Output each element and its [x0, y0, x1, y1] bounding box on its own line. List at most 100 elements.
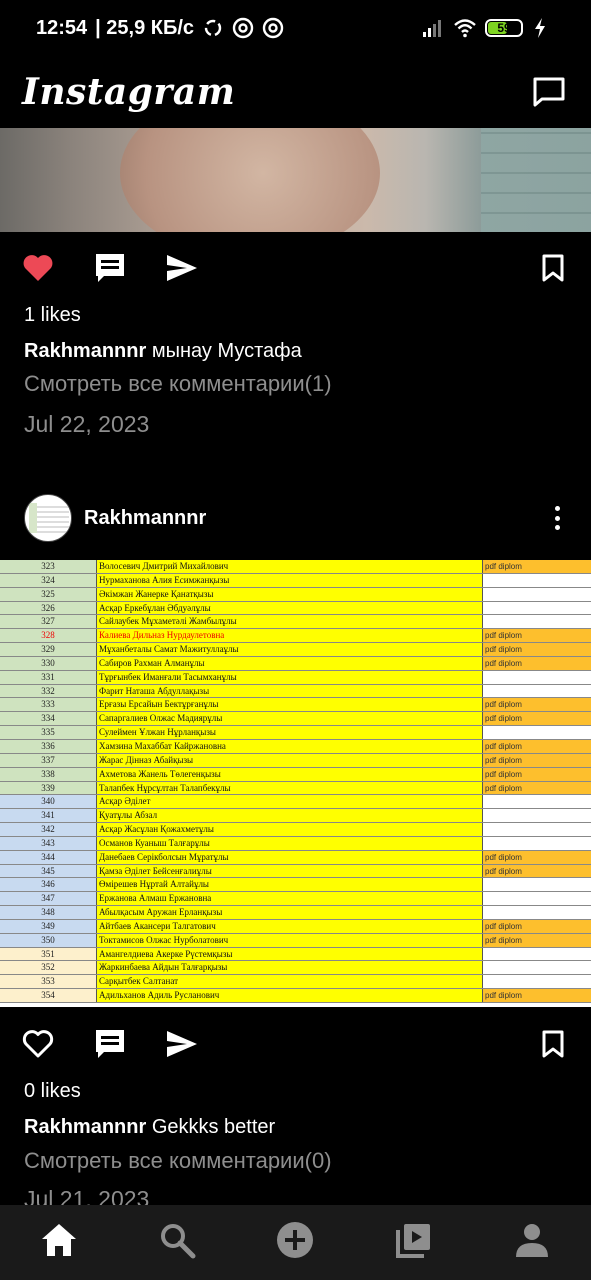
sheet-cell-number: 353 [0, 975, 97, 989]
sheet-cell-pdf [483, 795, 591, 808]
wifi-icon [453, 17, 476, 39]
post-caption: Rakhmannnr Gekkks better [24, 1116, 275, 1139]
sheet-cell-pdf [483, 615, 591, 628]
sheet-row: 347 Ержанова Алмаш Ержановна [0, 892, 591, 907]
sheet-cell-number: 348 [0, 906, 97, 919]
more-dots-icon [554, 506, 560, 511]
sheet-cell-name: Ержанова Алмаш Ержановна [97, 892, 483, 906]
sheet-cell-pdf [483, 574, 591, 587]
charging-icon [533, 17, 555, 39]
sheet-row: 343 Османов Куаныш Талғарұлы [0, 836, 591, 851]
more-options-button[interactable] [547, 500, 567, 536]
battery-level: 59 [497, 21, 511, 35]
nav-search-button[interactable] [153, 1216, 201, 1264]
share-button[interactable] [164, 250, 200, 286]
sheet-cell-number: 335 [0, 726, 97, 739]
caption-username[interactable]: Rakhmannnr [24, 1116, 146, 1138]
sheet-cell-name: Сабиров Рахман Алманұлы [97, 656, 483, 670]
sheet-cell-name: Тұрғынбек Иманғали Тасымханұлы [97, 670, 483, 684]
sheet-cell-number: 351 [0, 947, 97, 961]
likes-count[interactable]: 1 likes [24, 304, 81, 327]
post-image[interactable] [0, 128, 591, 232]
sheet-row: 344 Данебаев Серікболсын Мұратұлы pdf dipl… [0, 850, 591, 865]
sheet-cell-pdf: pdf diplom [483, 864, 591, 878]
sheet-cell-name: Хамзина Махаббат Кайржановна [97, 739, 483, 753]
sheet-cell-pdf: pdf diplom [483, 698, 591, 712]
sheet-cell-number: 333 [0, 698, 97, 712]
status-network-speed: | 25,9 КБ/с [95, 16, 195, 39]
sheet-row: 329 Мұханбеталы Самат Мажитуллаұлы pdf dip… [0, 643, 591, 657]
sheet-cell-number: 331 [0, 670, 97, 684]
sheet-cell-name: Мұханбеталы Самат Мажитуллаұлы [97, 643, 483, 656]
app-bar: Instagram [0, 56, 591, 128]
sheet-cell-pdf [483, 726, 591, 739]
sheet-cell-name: Адильханов Адиль Русланович [97, 989, 483, 1002]
send-icon [167, 255, 197, 281]
sheet-cell-pdf: pdf diplom [483, 629, 591, 643]
sheet-cell-name: Ахметова Жанель Төлегенқызы [97, 767, 483, 781]
sheet-cell-pdf [483, 685, 591, 698]
sheet-cell-pdf [483, 948, 591, 961]
sheet-cell-pdf [483, 823, 591, 836]
sheet-row: 328 Калиева Дильназ Нурдаулетовна pdf dipl… [0, 629, 591, 644]
view-comments-link[interactable]: Смотреть все комментарии(1) [24, 371, 332, 397]
like-button[interactable] [20, 1026, 56, 1062]
post-actions [0, 1016, 591, 1072]
like-button[interactable] [20, 250, 56, 286]
at-sign-icon [262, 17, 284, 39]
nav-home-button[interactable] [35, 1216, 83, 1264]
save-button[interactable] [535, 250, 571, 286]
nav-profile-button[interactable] [508, 1216, 556, 1264]
view-comments-link[interactable]: Смотреть все комментарии(0) [24, 1148, 332, 1174]
sheet-cell-pdf [483, 878, 591, 891]
post-username[interactable]: Rakhmannnr [84, 507, 206, 530]
post-actions [0, 240, 591, 296]
avatar[interactable] [24, 494, 72, 542]
caption-username[interactable]: Rakhmannnr [24, 340, 146, 362]
sheet-cell-name: Талапбек Нұрсұлтан Талапбекұлы [97, 781, 483, 795]
sheet-cell-pdf: pdf diplom [483, 767, 591, 781]
sheet-cell-number: 343 [0, 836, 97, 850]
sheet-cell-name: Жарас Дінназ Абайқызы [97, 753, 483, 767]
sheet-cell-name: Жаркинбаева Айдын Талғарқызы [97, 961, 483, 975]
sheet-cell-pdf [483, 975, 591, 988]
share-button[interactable] [164, 1026, 200, 1062]
sheet-cell-number: 327 [0, 615, 97, 629]
messages-button[interactable] [529, 72, 569, 112]
sheet-row: 351 Амангелдиева Акерке Рүстемқызы [0, 947, 591, 962]
sheet-cell-pdf: pdf diplom [483, 643, 591, 656]
sheet-row: 352 Жаркинбаева Айдын Талғарқызы [0, 961, 591, 976]
comment-icon [96, 254, 124, 282]
post-image-spreadsheet[interactable]: 323 Волосевич Дмитрий Михайлович pdf diplo… [0, 560, 591, 1007]
sheet-row: 350 Токтамисов Олжас Нурболатович pdf dipl… [0, 933, 591, 948]
post-header: Rakhmannnr [0, 490, 591, 546]
comment-button[interactable] [92, 1026, 128, 1062]
send-icon [167, 1031, 197, 1057]
sheet-row: 349 Айтбаев Акансери Талгатович pdf diplom [0, 919, 591, 934]
sheet-row: 337 Жарас Дінназ Абайқызы pdf diplom [0, 753, 591, 768]
save-button[interactable] [535, 1026, 571, 1062]
heart-filled-icon [23, 255, 53, 281]
sheet-cell-number: 346 [0, 878, 97, 892]
sheet-row: 340 Асқар Әділет [0, 795, 591, 810]
sheet-cell-name: Фарит Наташа Абдуллақызы [97, 684, 483, 698]
sheet-row: 346 Өмірешев Нұртай Алтайұлы [0, 878, 591, 893]
sheet-cell-name: Сапаргалиев Олжас Мадиярұлы [97, 712, 483, 726]
sheet-cell-pdf: pdf diplom [483, 712, 591, 726]
comment-button[interactable] [92, 250, 128, 286]
sheet-row: 338 Ахметова Жанель Төлегенқызы pdf diplom [0, 767, 591, 782]
nav-reels-button[interactable] [390, 1216, 438, 1264]
sheet-row: 354 Адильханов Адиль Русланович pdf diplom [0, 989, 591, 1003]
sheet-cell-number: 345 [0, 864, 97, 878]
likes-count[interactable]: 0 likes [24, 1080, 81, 1103]
post-date: Jul 22, 2023 [24, 411, 150, 437]
sheet-row: 325 Әкімжан Жанерке Қанатқызы [0, 587, 591, 602]
sheet-cell-number: 344 [0, 850, 97, 864]
sheet-cell-name: Нурмаханова Алия Есимжанқызы [97, 573, 483, 587]
sheet-cell-number: 332 [0, 684, 97, 698]
sheet-cell-pdf: pdf diplom [483, 933, 591, 947]
sheet-cell-pdf: pdf diplom [483, 560, 591, 573]
sheet-cell-pdf: pdf diplom [483, 850, 591, 864]
nav-add-button[interactable] [271, 1216, 319, 1264]
sheet-cell-name: Қамза Әділет Бейсенғалиұлы [97, 864, 483, 878]
